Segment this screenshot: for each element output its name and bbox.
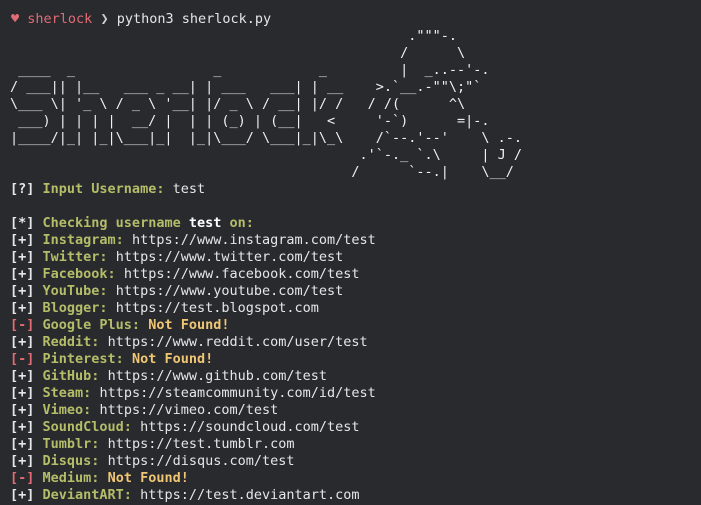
- profile-url[interactable]: https://www.reddit.com/user/test: [108, 334, 368, 350]
- result-row: [-] Pinterest: Not Found!: [10, 351, 213, 368]
- profile-url[interactable]: https://test.deviantart.com: [140, 487, 359, 503]
- status-tag: [?]: [10, 181, 35, 197]
- status-tag: [+]: [10, 300, 35, 316]
- result-row: [+] Steam: https://steamcommunity.com/id…: [10, 385, 376, 402]
- site-name: YouTube:: [42, 283, 108, 299]
- result-row: [+] Blogger: https://test.blogspot.com: [10, 300, 319, 317]
- status-tag: [+]: [10, 368, 35, 384]
- checking-prefix: Checking username: [42, 215, 181, 231]
- profile-url[interactable]: https://disqus.com/test: [108, 453, 295, 469]
- site-name: Steam:: [42, 385, 92, 401]
- result-row: [+] Instagram: https://www.instagram.com…: [10, 232, 376, 249]
- status-tag: [+]: [10, 487, 35, 503]
- site-name: GitHub:: [42, 368, 100, 384]
- site-name: DeviantART:: [42, 487, 132, 503]
- site-name: Google Plus:: [42, 317, 141, 333]
- terminal-window[interactable]: ♥ sherlock ❯ python3 sherlock.py ."""-. …: [0, 0, 701, 505]
- status-tag: [+]: [10, 283, 35, 299]
- prompt-command: python3 sherlock.py: [116, 11, 272, 27]
- site-name: Instagram:: [42, 232, 124, 248]
- status-tag: [+]: [10, 334, 35, 350]
- profile-url[interactable]: https://vimeo.com/test: [99, 402, 278, 418]
- result-row: [+] Vimeo: https://vimeo.com/test: [10, 402, 278, 419]
- profile-url[interactable]: https://www.github.com/test: [108, 368, 327, 384]
- site-name: Reddit:: [42, 334, 100, 350]
- status-tag: [-]: [10, 470, 35, 486]
- status-tag: [+]: [10, 232, 35, 248]
- result-row: [-] Google Plus: Not Found!: [10, 317, 230, 334]
- result-row: [+] Tumblr: https://test.tumblr.com: [10, 436, 295, 453]
- site-name: Tumblr:: [42, 436, 100, 452]
- checking-suffix: on:: [229, 215, 254, 231]
- status-tag: [-]: [10, 317, 35, 333]
- profile-url[interactable]: https://soundcloud.com/test: [140, 419, 359, 435]
- result-row: [+] YouTube: https://www.youtube.com/tes…: [10, 283, 343, 300]
- result-row: [+] Disqus: https://disqus.com/test: [10, 453, 295, 470]
- status-tag: [+]: [10, 436, 35, 452]
- result-row: [-] Medium: Not Found!: [10, 470, 189, 487]
- result-row: [+] Reddit: https://www.reddit.com/user/…: [10, 334, 368, 351]
- result-row: [+] DeviantART: https://test.deviantart.…: [10, 487, 360, 504]
- profile-url[interactable]: https://steamcommunity.com/id/test: [99, 385, 375, 401]
- not-found-text: Not Found!: [107, 470, 189, 486]
- prompt-user: sherlock: [27, 11, 93, 27]
- result-row: [+] Facebook: https://www.facebook.com/t…: [10, 266, 360, 283]
- status-tag: [+]: [10, 419, 35, 435]
- site-name: Twitter:: [42, 249, 108, 265]
- site-name: Facebook:: [42, 266, 116, 282]
- input-value: test: [172, 181, 206, 197]
- shell-prompt: ♥ sherlock ❯ python3 sherlock.py: [11, 11, 271, 28]
- site-name: Medium:: [42, 470, 100, 486]
- site-name: SoundCloud:: [42, 419, 132, 435]
- status-tag: [+]: [10, 266, 35, 282]
- chevron-right-icon: ❯: [100, 11, 109, 27]
- status-tag: [+]: [10, 402, 35, 418]
- profile-url[interactable]: https://test.blogspot.com: [116, 300, 319, 316]
- sherlock-ascii-banner: ."""-. / \ ____ _ _ _ | _..--'-. / ___||…: [10, 28, 523, 180]
- profile-url[interactable]: https://www.facebook.com/test: [124, 266, 360, 282]
- status-tag: [*]: [10, 215, 35, 231]
- input-label: Input Username:: [42, 181, 165, 197]
- checking-line: [*] Checking username test on:: [10, 215, 254, 232]
- not-found-text: Not Found!: [148, 317, 230, 333]
- site-name: Blogger:: [42, 300, 108, 316]
- profile-url[interactable]: https://www.instagram.com/test: [132, 232, 376, 248]
- status-tag: [+]: [10, 385, 35, 401]
- site-name: Vimeo:: [42, 402, 92, 418]
- status-tag: [+]: [10, 453, 35, 469]
- status-tag: [+]: [10, 249, 35, 265]
- site-name: Pinterest:: [42, 351, 124, 367]
- profile-url[interactable]: https://test.tumblr.com: [108, 436, 295, 452]
- status-tag: [-]: [10, 351, 35, 367]
- checking-username: test: [188, 215, 222, 231]
- result-row: [+] GitHub: https://www.github.com/test: [10, 368, 327, 385]
- input-username-line: [?] Input Username: test: [10, 181, 205, 198]
- site-name: Disqus:: [42, 453, 100, 469]
- result-row: [+] Twitter: https://www.twitter.com/tes…: [10, 249, 343, 266]
- profile-url[interactable]: https://www.twitter.com/test: [116, 249, 344, 265]
- profile-url[interactable]: https://www.youtube.com/test: [116, 283, 344, 299]
- result-row: [+] SoundCloud: https://soundcloud.com/t…: [10, 419, 360, 436]
- heart-icon: ♥: [11, 11, 20, 27]
- not-found-text: Not Found!: [131, 351, 214, 367]
